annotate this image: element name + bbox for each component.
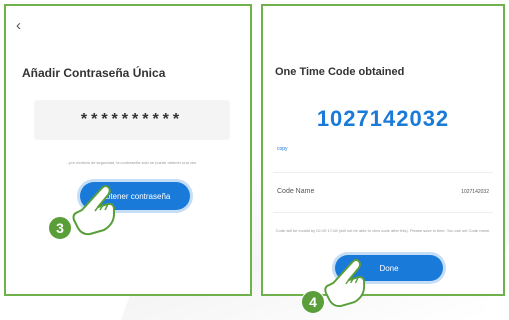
chevron-left-icon[interactable]: ‹ xyxy=(16,18,21,33)
divider xyxy=(273,212,493,213)
divider xyxy=(273,172,493,173)
one-time-code-obtained-screen: One Time Code obtained 1027142032 copy C… xyxy=(261,4,505,296)
validity-hint-text: Code will be invalid by 02-09 17:08 (wil… xyxy=(275,228,491,233)
code-name-label: Code Name xyxy=(277,188,315,195)
add-one-time-password-screen: ‹ Añadir Contraseña Única ********** ...… xyxy=(4,4,252,296)
pointing-hand-icon xyxy=(324,258,366,307)
copy-link[interactable]: copy xyxy=(277,146,288,152)
hint-text: ...por motivos de seguridad, la contrase… xyxy=(65,160,197,165)
code-name-value[interactable]: 1027142032 xyxy=(461,189,489,195)
one-time-code: 1027142032 xyxy=(316,106,450,131)
screen-title: One Time Code obtained xyxy=(275,66,405,78)
pointing-hand-icon xyxy=(72,185,115,236)
step-badge-3: 3 xyxy=(48,216,72,240)
masked-password: ********** xyxy=(34,100,230,140)
screen-title: Añadir Contraseña Única xyxy=(22,66,166,80)
step-badge-4: 4 xyxy=(301,290,325,314)
